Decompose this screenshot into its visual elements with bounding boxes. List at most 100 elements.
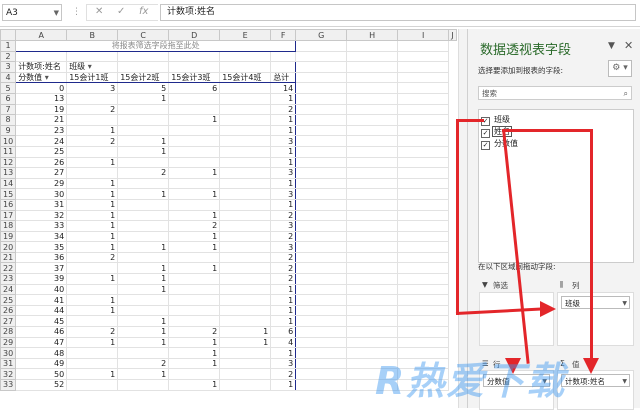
row-label-cell[interactable]: 24 (15, 135, 68, 147)
value-cell[interactable]: 1 (66, 336, 119, 349)
value-cell[interactable] (117, 198, 170, 211)
cell[interactable] (295, 347, 348, 359)
cell[interactable] (346, 167, 399, 179)
value-cell[interactable]: 1 (270, 347, 297, 359)
field-item-class[interactable]: ✓ 班级 (481, 114, 512, 126)
cell[interactable] (346, 283, 399, 296)
value-cell[interactable] (219, 294, 272, 306)
row-header[interactable]: 2 (0, 50, 17, 63)
cell[interactable] (397, 145, 450, 158)
value-cell[interactable]: 1 (66, 368, 119, 380)
row-label-cell[interactable]: 49 (15, 357, 68, 370)
cell[interactable] (168, 61, 221, 73)
cell[interactable] (295, 251, 348, 264)
value-cell[interactable] (219, 156, 272, 169)
value-cell[interactable] (168, 198, 221, 211)
row-label-cell[interactable]: 26 (15, 156, 68, 169)
value-cell[interactable]: 3 (270, 357, 297, 370)
value-cell[interactable]: 1 (168, 230, 221, 243)
cell[interactable] (397, 273, 450, 285)
value-cell[interactable] (168, 304, 221, 317)
cell[interactable] (219, 61, 272, 73)
value-cell[interactable] (66, 167, 119, 179)
row-header[interactable]: 17 (0, 209, 17, 222)
column-header[interactable]: E (219, 29, 272, 41)
value-cell[interactable]: 2 (66, 251, 119, 264)
cell[interactable] (295, 103, 348, 116)
pivot-row-field[interactable]: 分数值 ▾ (15, 71, 68, 84)
value-cell[interactable]: 2 (270, 209, 297, 222)
row-header[interactable]: 24 (0, 283, 17, 296)
value-cell[interactable] (219, 82, 272, 94)
cell[interactable] (295, 230, 348, 243)
value-cell[interactable]: 1 (117, 92, 170, 105)
value-cell[interactable]: 3 (270, 167, 297, 179)
value-cell[interactable]: 3 (270, 135, 297, 147)
cell[interactable] (295, 262, 348, 275)
cell[interactable] (397, 294, 450, 306)
value-cell[interactable]: 1 (66, 304, 119, 317)
value-cell[interactable]: 3 (66, 82, 119, 94)
row-header[interactable]: 28 (0, 326, 17, 338)
cell[interactable] (346, 135, 399, 147)
cell[interactable] (295, 92, 348, 105)
cell[interactable] (397, 220, 450, 232)
value-cell[interactable] (219, 188, 272, 200)
row-label-cell[interactable]: 41 (15, 294, 68, 306)
value-cell[interactable]: 2 (117, 357, 170, 370)
row-header[interactable]: 4 (0, 71, 17, 84)
value-cell[interactable] (219, 368, 272, 380)
value-cell[interactable]: 1 (270, 92, 297, 105)
cell[interactable] (295, 61, 348, 73)
cell[interactable] (346, 262, 399, 275)
value-cell[interactable] (117, 209, 170, 222)
cell[interactable] (295, 198, 348, 211)
pivot-value-label[interactable]: 计数项:姓名 (15, 61, 68, 73)
value-cell[interactable] (219, 347, 272, 359)
row-label-cell[interactable]: 19 (15, 103, 68, 116)
value-cell[interactable] (168, 103, 221, 116)
cell[interactable] (346, 294, 399, 306)
value-cell[interactable]: 1 (168, 167, 221, 179)
cell[interactable] (295, 336, 348, 349)
row-label-cell[interactable]: 36 (15, 251, 68, 264)
value-cell[interactable] (117, 177, 170, 190)
cell[interactable] (66, 50, 119, 63)
value-cell[interactable]: 2 (270, 368, 297, 380)
formula-input[interactable]: 计数项:姓名 (160, 4, 636, 21)
column-header[interactable]: B (66, 29, 119, 41)
row-header[interactable]: 18 (0, 220, 17, 232)
chevron-down-icon[interactable]: ▼ (622, 375, 627, 388)
value-cell[interactable]: 2 (168, 326, 221, 338)
value-cell[interactable]: 1 (117, 368, 170, 380)
value-cell[interactable] (168, 177, 221, 190)
pivot-col-header[interactable]: 15会计1班 (66, 71, 119, 84)
value-cell[interactable]: 1 (117, 241, 170, 253)
value-cell[interactable]: 1 (270, 114, 297, 126)
cell[interactable] (295, 220, 348, 232)
cell[interactable] (397, 114, 450, 126)
cell[interactable] (397, 304, 450, 317)
cell[interactable] (397, 198, 450, 211)
function-icon[interactable]: fx (139, 6, 148, 17)
value-cell[interactable] (219, 124, 272, 137)
filter-dropdown-icon[interactable]: ▾ (42, 73, 49, 82)
cell[interactable] (346, 71, 399, 84)
value-cell[interactable]: 1 (168, 262, 221, 275)
cell[interactable] (295, 241, 348, 253)
row-header[interactable]: 22 (0, 262, 17, 275)
row-header[interactable]: 15 (0, 188, 17, 200)
row-label-cell[interactable]: 37 (15, 262, 68, 275)
value-cell[interactable] (219, 220, 272, 232)
row-header[interactable]: 13 (0, 167, 17, 179)
cell[interactable] (295, 135, 348, 147)
cell[interactable] (397, 61, 450, 73)
value-cell[interactable] (66, 262, 119, 275)
column-header[interactable]: G (295, 29, 348, 41)
row-header[interactable]: 5 (0, 82, 17, 94)
row-header[interactable]: 7 (0, 103, 17, 116)
cell[interactable] (397, 326, 450, 338)
value-cell[interactable] (219, 198, 272, 211)
chevron-down-icon[interactable]: ▼ (622, 297, 627, 310)
cell[interactable] (397, 336, 450, 349)
